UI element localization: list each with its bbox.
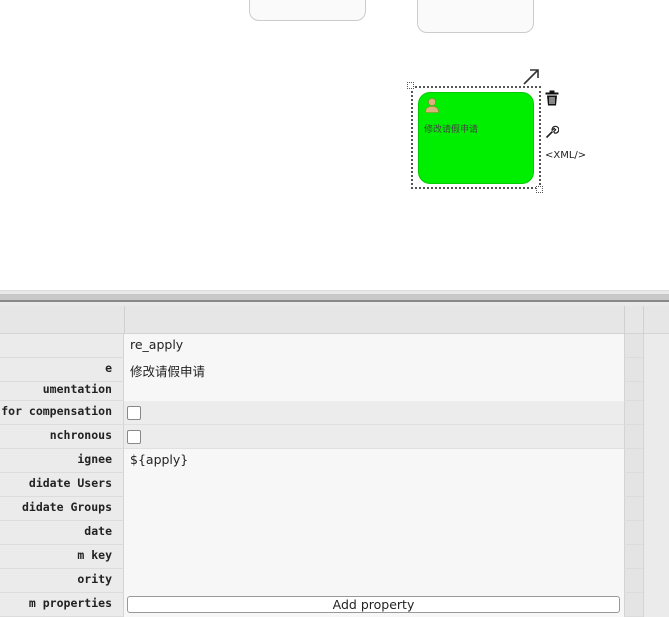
property-extra-cell — [624, 382, 643, 401]
property-label: m properties — [0, 593, 124, 617]
property-value[interactable]: ${apply} — [124, 449, 624, 473]
property-value[interactable] — [124, 497, 624, 521]
panel-scroll-gutter[interactable] — [643, 334, 669, 617]
property-row-for-compensation: for compensation — [0, 401, 643, 425]
property-label: m key — [0, 545, 124, 569]
property-label: ority — [0, 569, 124, 593]
property-value — [124, 401, 624, 425]
column-separator — [643, 306, 644, 334]
properties-panel: re_apply e 修改请假申请 umentation for compens… — [0, 306, 669, 617]
property-value[interactable] — [124, 521, 624, 545]
property-extra-cell — [624, 401, 643, 425]
resize-handle[interactable] — [407, 82, 414, 89]
property-extra-cell — [624, 473, 643, 497]
property-label: didate Users — [0, 473, 124, 497]
property-value: Add property — [124, 593, 624, 617]
property-value[interactable] — [124, 569, 624, 593]
property-row-form-properties: m properties Add property — [0, 593, 643, 617]
properties-header — [0, 306, 669, 334]
column-separator — [124, 306, 125, 334]
connect-arrow-icon[interactable] — [522, 68, 540, 86]
for-compensation-checkbox[interactable] — [127, 406, 141, 420]
property-label: date — [0, 521, 124, 545]
property-value[interactable] — [124, 545, 624, 569]
property-extra-cell — [624, 425, 643, 449]
trash-icon[interactable] — [545, 90, 559, 106]
property-row-assignee: ignee ${apply} — [0, 449, 643, 473]
property-row-id: re_apply — [0, 334, 643, 358]
property-extra-cell — [624, 545, 643, 569]
property-extra-cell — [624, 358, 643, 382]
xml-view-button[interactable]: <XML/> — [545, 150, 586, 161]
resize-handle[interactable] — [536, 186, 543, 193]
property-row-documentation: umentation — [0, 382, 643, 401]
diagram-shape[interactable] — [249, 0, 366, 21]
property-extra-cell — [624, 334, 643, 358]
property-extra-cell — [624, 569, 643, 593]
property-extra-cell — [624, 593, 643, 617]
user-task[interactable]: 修改请假申请 — [418, 92, 534, 184]
property-label: e — [0, 358, 124, 382]
panel-resize-bar[interactable] — [0, 290, 669, 306]
property-row-asynchronous: nchronous — [0, 425, 643, 449]
diagram-shape[interactable] — [417, 0, 534, 33]
property-label — [0, 334, 124, 358]
property-value[interactable]: 修改请假申请 — [124, 358, 624, 382]
diagram-canvas[interactable]: 修改请假申请 <XML/> — [0, 0, 669, 290]
add-property-button[interactable]: Add property — [127, 596, 620, 613]
property-extra-cell — [624, 449, 643, 473]
property-extra-cell — [624, 521, 643, 545]
property-row-priority: ority — [0, 569, 643, 593]
task-name: 修改请假申请 — [424, 125, 479, 135]
property-label: nchronous — [0, 425, 124, 449]
property-row-name: e 修改请假申请 — [0, 358, 643, 382]
user-icon — [425, 98, 439, 113]
property-extra-cell — [624, 497, 643, 521]
property-row-due-date: date — [0, 521, 643, 545]
property-value — [124, 425, 624, 449]
property-label: umentation — [0, 382, 124, 401]
wrench-icon[interactable] — [545, 125, 559, 139]
property-label: ignee — [0, 449, 124, 473]
property-value[interactable]: re_apply — [124, 334, 624, 358]
property-label: didate Groups — [0, 497, 124, 521]
property-label: for compensation — [0, 401, 124, 425]
property-value[interactable] — [124, 473, 624, 497]
property-row-candidate-groups: didate Groups — [0, 497, 643, 521]
property-row-form-key: m key — [0, 545, 643, 569]
property-value[interactable] — [124, 382, 624, 401]
divider-band — [0, 294, 669, 302]
asynchronous-checkbox[interactable] — [127, 430, 141, 444]
property-row-candidate-users: didate Users — [0, 473, 643, 497]
column-separator — [624, 306, 625, 334]
